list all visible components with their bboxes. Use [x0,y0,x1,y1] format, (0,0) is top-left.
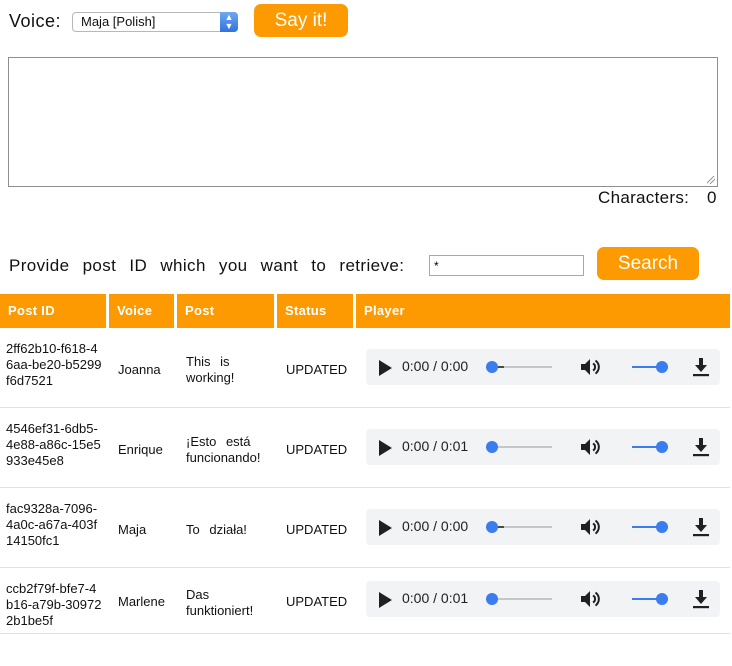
volume-icon[interactable] [580,438,602,456]
audio-player: 0:00 / 0:01 [366,429,720,465]
table-row: 2ff62b10-f618-46aa-be20-b5299f6d7521 Joan… [0,328,730,408]
seek-thumb[interactable] [486,593,498,605]
characters-count: 0 [707,188,717,207]
voice-cell: Joanna [118,362,161,377]
table-row: 4546ef31-6db5-4e88-a86c-15e5933e45e8 Enri… [0,408,730,488]
volume-slider[interactable] [632,441,668,453]
voice-cell: Maja [118,522,147,537]
volume-thumb[interactable] [656,361,668,373]
post-textarea[interactable] [8,57,718,187]
table-header: Post ID Voice Post Status Player [0,294,730,328]
volume-icon[interactable] [580,590,602,608]
column-header-voice: Voice [109,294,174,328]
voice-select[interactable]: Maja [Polish] ▲ ▼ [72,12,238,32]
post-text-cell: Das funktioniert! [186,587,254,618]
status-cell: UPDATED [286,594,348,609]
seek-thumb[interactable] [486,441,498,453]
posts-table: Post ID Voice Post Status Player 2ff62b1… [0,294,730,634]
audio-player: 0:00 / 0:00 [366,509,720,545]
post-id-cell: ccb2f79f-bfe7-4b16-a79b-309722b1be5f [6,581,102,628]
volume-icon[interactable] [580,518,602,536]
voice-select-value: Maja [Polish] [81,14,156,29]
audio-player: 0:00 / 0:01 [366,581,720,617]
time-readout: 0:00 / 0:01 [402,438,469,454]
chevron-updown-icon: ▲ ▼ [220,12,238,32]
time-readout: 0:00 / 0:01 [402,590,469,606]
say-it-button[interactable]: Say it! [254,4,348,37]
play-icon[interactable] [379,592,392,608]
search-button[interactable]: Search [597,247,699,280]
post-id-cell: 4546ef31-6db5-4e88-a86c-15e5933e45e8 [6,421,101,468]
download-icon[interactable] [692,357,710,377]
play-icon[interactable] [379,440,392,456]
volume-thumb[interactable] [656,521,668,533]
voice-cell: Enrique [118,442,163,457]
play-icon[interactable] [379,360,392,376]
table-row: ccb2f79f-bfe7-4b16-a79b-309722b1be5f Marl… [0,568,730,634]
column-header-post: Post [177,294,274,328]
status-cell: UPDATED [286,442,348,457]
seek-slider[interactable] [486,521,552,533]
status-cell: UPDATED [286,522,348,537]
seek-thumb[interactable] [486,361,498,373]
seek-slider[interactable] [486,593,552,605]
time-readout: 0:00 / 0:00 [402,518,469,534]
post-id-input[interactable] [429,255,584,276]
time-readout: 0:00 / 0:00 [402,358,469,374]
table-row: fac9328a-7096-4a0c-a67a-403f14150fc1 Maja… [0,488,730,568]
volume-slider[interactable] [632,521,668,533]
volume-slider[interactable] [632,593,668,605]
resize-grip-icon[interactable] [707,176,715,184]
post-text-cell: To działa! [186,522,247,537]
seek-thumb[interactable] [486,521,498,533]
characters-label: Characters: [598,188,690,207]
audio-player: 0:00 / 0:00 [366,349,720,385]
volume-thumb[interactable] [656,441,668,453]
download-icon[interactable] [692,517,710,537]
column-header-player: Player [356,294,730,328]
search-label: Provide post ID which you want to retrie… [9,256,405,275]
volume-slider[interactable] [632,361,668,373]
column-header-post-id: Post ID [0,294,106,328]
download-icon[interactable] [692,437,710,457]
volume-thumb[interactable] [656,593,668,605]
play-icon[interactable] [379,520,392,536]
voice-cell: Marlene [118,594,165,609]
column-header-status: Status [277,294,353,328]
post-id-cell: 2ff62b10-f618-46aa-be20-b5299f6d7521 [6,341,102,388]
table-body: 2ff62b10-f618-46aa-be20-b5299f6d7521 Joan… [0,328,730,634]
post-text-cell: ¡Esto está funcionando! [186,434,261,465]
status-cell: UPDATED [286,362,348,377]
voice-label: Voice: [9,11,62,31]
post-id-cell: fac9328a-7096-4a0c-a67a-403f14150fc1 [6,501,98,548]
seek-slider[interactable] [486,361,552,373]
seek-slider[interactable] [486,441,552,453]
post-text-cell: This is working! [186,354,235,385]
download-icon[interactable] [692,589,710,609]
volume-icon[interactable] [580,358,602,376]
